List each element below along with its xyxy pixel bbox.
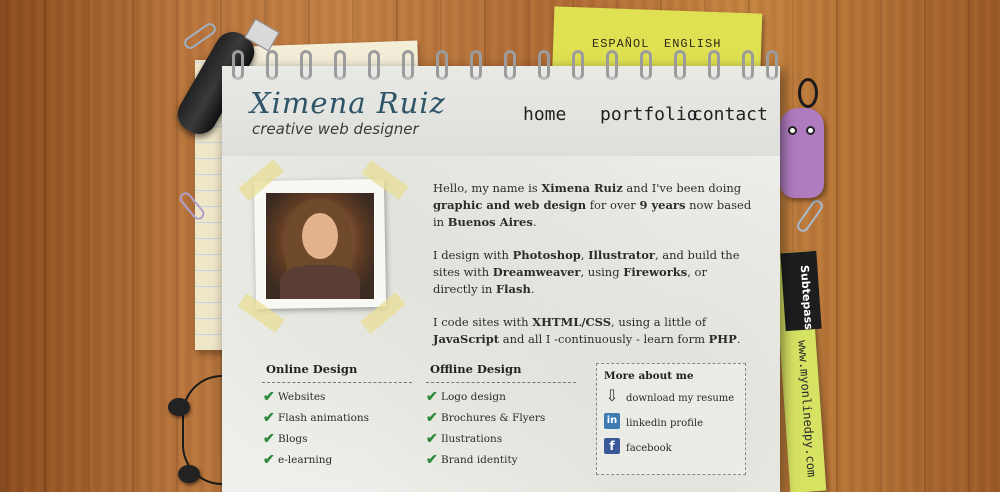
linkedin-profile-link[interactable]: linkedin profile [626,418,703,429]
offline-item: Brand identity [441,454,518,466]
divider [262,382,412,383]
profile-photo [266,193,374,299]
check-icon: ✔ [263,410,275,426]
online-item: Flash animations [278,412,370,424]
online-item: Blogs [278,433,308,445]
plush-monster-icon [780,108,824,198]
brand-name[interactable]: Ximena Ruiz [250,86,446,120]
download-resume-link[interactable]: download my resume [626,393,734,404]
language-es-link[interactable]: ESPAÑOL [592,37,649,51]
check-icon: ✔ [426,452,438,468]
earphone-icon [178,465,200,483]
check-icon: ✔ [263,389,275,405]
language-en-link[interactable]: ENGLISH [664,37,721,51]
online-item: e-learning [278,454,333,466]
facebook-icon[interactable]: f [604,438,620,454]
online-design-title: Online Design [266,362,358,376]
facebook-link[interactable]: facebook [626,443,672,454]
linkedin-icon[interactable]: in [604,413,620,429]
intro-text: Hello, my name is Ximena Ruiz and I've b… [433,180,753,364]
more-about-title: More about me [604,370,694,382]
check-icon: ✔ [263,452,275,468]
brand-tagline: creative web designer [252,120,419,138]
download-icon[interactable]: ⇩ [604,388,620,404]
monster-eye-icon [788,126,797,135]
check-icon: ✔ [426,431,438,447]
paperclip-icon [794,197,826,235]
nav-portfolio-link[interactable]: portfolio [600,104,698,125]
intro-paragraph-3: I code sites with XHTML/CSS, using a lit… [433,315,741,346]
offline-item: Ilustrations [441,433,503,445]
intro-paragraph-2: I design with Photoshop, Illustrator, an… [433,248,740,296]
earphone-icon [168,398,190,416]
keyring-icon [798,78,818,108]
intro-paragraph-1: Hello, my name is Ximena Ruiz and I've b… [433,181,752,229]
online-item: Websites [278,391,326,403]
offline-design-title: Offline Design [430,362,522,376]
check-icon: ✔ [426,410,438,426]
nav-contact-link[interactable]: contact [692,104,768,125]
divider [426,382,576,383]
nav-home-link[interactable]: home [523,104,566,125]
offline-item: Brochures & Flyers [441,412,546,424]
check-icon: ✔ [263,431,275,447]
check-icon: ✔ [426,389,438,405]
offline-item: Logo design [441,391,506,403]
monster-eye-icon [806,126,815,135]
spiral-binding [226,50,782,82]
